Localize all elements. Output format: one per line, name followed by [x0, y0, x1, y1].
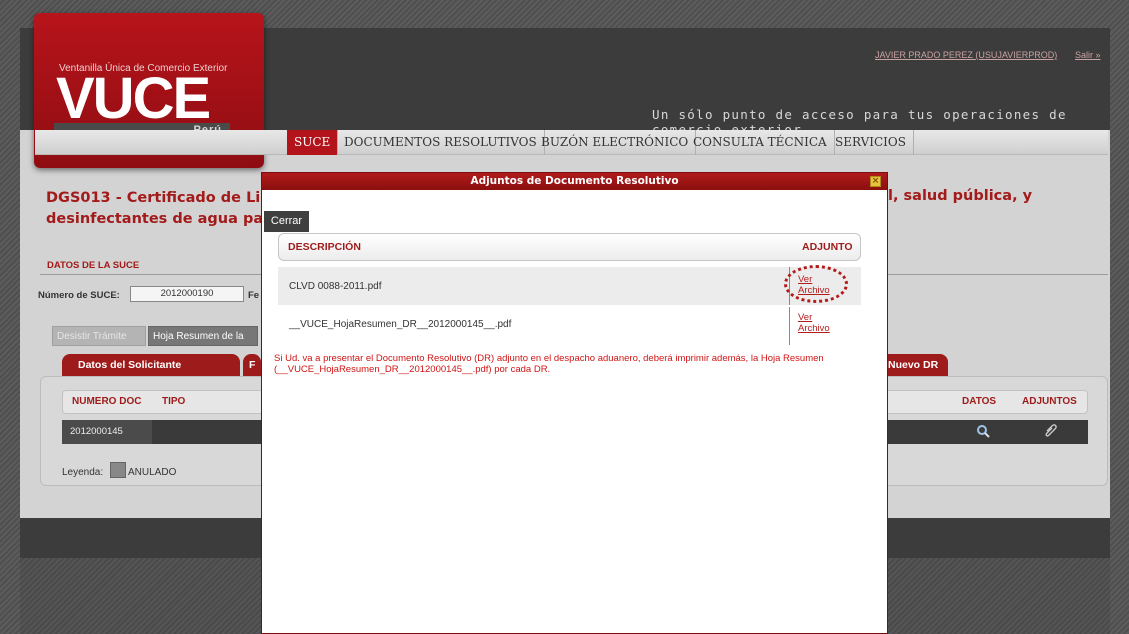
notice-line2: (__VUCE_HojaResumen_DR__2012000145__.pdf… [274, 364, 551, 375]
desistir-tramite-button[interactable]: Desistir Trámite [52, 326, 146, 346]
notice-text: Si Ud. va a presentar el Documento Resol… [274, 353, 834, 375]
highlight-circle [784, 265, 848, 303]
logout-link[interactable]: Salir » [1075, 50, 1101, 60]
user-account-link[interactable]: JAVIER PRADO PEREZ (USUJAVIERPROD) [875, 50, 1057, 60]
notice-line1: Si Ud. va a presentar el Documento Resol… [274, 353, 824, 364]
nav-item-servicios[interactable]: SERVICIOS [828, 130, 914, 155]
nav-item-consulta-tecnica[interactable]: CONSULTA TÉCNICA [686, 130, 835, 155]
nav-item-documentos-resolutivos[interactable]: DOCUMENTOS RESOLUTIVOS [337, 130, 545, 155]
logo-word: VUCE [56, 66, 211, 131]
date-label: Fe [248, 290, 260, 301]
grid-header-datos: DATOS [962, 396, 997, 407]
legend-swatch [110, 462, 126, 478]
ver-archivo-link-line2[interactable]: Archivo [798, 323, 830, 334]
page-title-right: l, salud pública, y [888, 188, 1033, 204]
tab-datos-solicitante[interactable]: Datos del Solicitante [62, 354, 240, 376]
hoja-resumen-button[interactable]: Hoja Resumen de la [148, 326, 258, 346]
cerrar-button[interactable]: Cerrar [264, 211, 309, 232]
grid-header-numero-doc: NUMERO DOC [72, 396, 142, 407]
suce-number-field[interactable]: 2012000190 [130, 286, 244, 302]
dialog-title: Adjuntos de Documento Resolutivo [470, 175, 679, 187]
grid-header-adjuntos: ADJUNTOS [1022, 396, 1077, 407]
ver-archivo-link[interactable]: Ver Archivo [798, 312, 830, 334]
attachment-name: __VUCE_HojaResumen_DR__2012000145__.pdf [289, 319, 512, 330]
close-icon[interactable]: × [870, 176, 881, 187]
grid-header-tipo: TIPO [162, 396, 186, 407]
dialog-titlebar: Adjuntos de Documento Resolutivo × [262, 173, 887, 190]
suce-number-label: Número de SUCE: [38, 290, 120, 301]
paperclip-icon[interactable] [1042, 424, 1058, 440]
column-header-descripcion: DESCRIPCIÓN [288, 241, 361, 253]
row-divider [789, 307, 790, 345]
attachment-name: CLVD 0088-2011.pdf [289, 281, 382, 292]
legend-label: Leyenda: [62, 467, 104, 478]
grid-cell-numero-doc: 2012000145 [62, 420, 152, 444]
legend-text: ANULADO [128, 467, 177, 478]
tab-partial[interactable]: F [243, 354, 261, 376]
nav-item-buzon-electronico[interactable]: BUZÓN ELECTRÓNICO [534, 130, 697, 155]
attachments-dialog: Adjuntos de Documento Resolutivo × Cerra… [261, 172, 888, 634]
tab-nuevo-dr[interactable]: Nuevo DR [878, 354, 948, 376]
column-header-adjunto: ADJUNTO [802, 241, 853, 253]
nav-item-suce[interactable]: SUCE [287, 130, 339, 155]
section-label: DATOS DE LA SUCE [47, 260, 140, 271]
ver-archivo-link-line1[interactable]: Ver [798, 312, 812, 323]
attachments-table-header [278, 233, 861, 261]
magnifier-icon[interactable] [975, 424, 991, 440]
